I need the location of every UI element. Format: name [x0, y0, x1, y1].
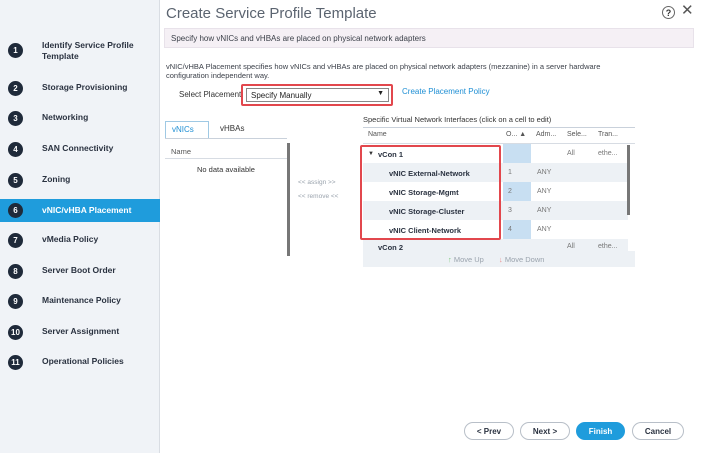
- specific-interfaces-title: Specific Virtual Network Interfaces (cli…: [363, 115, 552, 124]
- step-number: 6: [8, 203, 23, 218]
- vnic-admin-host-port[interactable]: ANY: [537, 169, 551, 176]
- step-networking[interactable]: 3 Networking: [0, 108, 160, 128]
- step-label: Identify Service Profile Template: [42, 40, 134, 61]
- step-number: 2: [8, 81, 23, 96]
- available-interfaces-table: Name No data available: [165, 138, 287, 258]
- vcon-name: vCon 2: [378, 243, 404, 251]
- vnic-order[interactable]: 2: [508, 188, 512, 195]
- down-arrow-icon: ↓: [499, 255, 503, 264]
- step-number: 7: [8, 233, 23, 248]
- move-toolbar: ↑ Move Up ↓ Move Down: [363, 251, 635, 267]
- step-number: 5: [8, 173, 23, 188]
- assign-button[interactable]: << assign >>: [298, 179, 336, 186]
- vcon-selection: All: [567, 243, 575, 250]
- next-button[interactable]: Next >: [520, 422, 570, 440]
- step-label: Operational Policies: [42, 356, 124, 366]
- placement-highlight-box: [241, 84, 393, 106]
- step-operational-policies[interactable]: 11 Operational Policies: [0, 352, 160, 372]
- step-label: Server Boot Order: [42, 265, 116, 275]
- dialog-title: Create Service Profile Template: [166, 5, 377, 22]
- tab-vnics[interactable]: vNICs: [165, 121, 209, 138]
- step-label: vNIC/vHBA Placement: [42, 205, 132, 215]
- finish-button[interactable]: Finish: [576, 422, 625, 440]
- column-header-transport[interactable]: Tran...: [598, 131, 618, 138]
- vcon-row[interactable]: vCon 2 All ethe...: [363, 239, 628, 251]
- step-number: 11: [8, 355, 23, 370]
- remove-button[interactable]: << remove <<: [298, 193, 338, 200]
- cancel-button[interactable]: Cancel: [632, 422, 684, 440]
- step-vmedia-policy[interactable]: 7 vMedia Policy: [0, 230, 160, 250]
- column-header-name[interactable]: Name: [368, 131, 387, 138]
- vnic-admin-host-port[interactable]: ANY: [537, 207, 551, 214]
- vnic-order[interactable]: 3: [508, 207, 512, 214]
- column-header-selection[interactable]: Sele...: [567, 131, 587, 138]
- step-server-assignment[interactable]: 10 Server Assignment: [0, 322, 160, 342]
- move-down-button[interactable]: ↓ Move Down: [499, 255, 544, 264]
- sort-asc-icon: ▲: [519, 131, 527, 138]
- step-label: Zoning: [42, 174, 71, 184]
- grid-scrollbar[interactable]: [627, 145, 630, 215]
- step-maintenance-policy[interactable]: 9 Maintenance Policy: [0, 291, 160, 311]
- create-placement-policy-link[interactable]: Create Placement Policy: [402, 87, 490, 96]
- step-banner: Specify how vNICs and vHBAs are placed o…: [164, 28, 694, 48]
- vnic-admin-host-port[interactable]: ANY: [537, 188, 551, 195]
- vcon-transport: ethe...: [598, 243, 618, 250]
- column-header-admin[interactable]: Adm...: [536, 131, 556, 138]
- up-arrow-icon: ↑: [448, 255, 452, 264]
- step-number: 1: [8, 43, 23, 58]
- step-label: vMedia Policy: [42, 234, 99, 244]
- move-up-button[interactable]: ↑ Move Up: [448, 255, 484, 264]
- prev-button[interactable]: < Prev: [464, 422, 514, 440]
- step-label: Maintenance Policy: [42, 295, 121, 305]
- step-label: Storage Provisioning: [42, 82, 128, 92]
- wizard-sidebar: 1 Identify Service Profile Template 2 St…: [0, 0, 160, 453]
- step-number: 9: [8, 294, 23, 309]
- vnic-admin-host-port[interactable]: ANY: [537, 226, 551, 233]
- step-san-connectivity[interactable]: 4 SAN Connectivity: [0, 139, 160, 159]
- tab-vhbas[interactable]: vHBAs: [214, 121, 258, 138]
- column-header-name[interactable]: Name: [171, 147, 191, 156]
- step-label: Server Assignment: [42, 326, 120, 336]
- vnic-order[interactable]: 1: [508, 169, 512, 176]
- step-number: 10: [8, 325, 23, 340]
- placement-description: vNIC/vHBA Placement specifies how vNICs …: [166, 62, 601, 80]
- step-number: 3: [8, 111, 23, 126]
- step-storage-provisioning[interactable]: 2 Storage Provisioning: [0, 78, 160, 98]
- step-server-boot-order[interactable]: 8 Server Boot Order: [0, 261, 160, 281]
- column-header-order[interactable]: O... ▲: [506, 131, 526, 138]
- vcon-transport: ethe...: [598, 150, 618, 157]
- step-number: 8: [8, 264, 23, 279]
- left-scrollbar[interactable]: [287, 143, 290, 256]
- empty-message: No data available: [197, 165, 255, 174]
- step-identify-service-profile-template[interactable]: 1 Identify Service Profile Template: [0, 38, 160, 62]
- help-icon[interactable]: ?: [662, 6, 675, 19]
- step-vnic-vhba-placement[interactable]: 6 vNIC/vHBA Placement: [0, 199, 160, 222]
- vnic-order[interactable]: 4: [508, 226, 512, 233]
- step-label: Networking: [42, 112, 89, 122]
- header-divider: [165, 158, 287, 159]
- step-label: SAN Connectivity: [42, 143, 114, 153]
- step-number: 4: [8, 142, 23, 157]
- step-zoning[interactable]: 5 Zoning: [0, 170, 160, 190]
- select-placement-label: Select Placement:: [179, 90, 244, 99]
- vnics-highlight-box: [360, 145, 501, 240]
- vcon-selection: All: [567, 150, 575, 157]
- close-icon[interactable]: ✕: [681, 3, 694, 19]
